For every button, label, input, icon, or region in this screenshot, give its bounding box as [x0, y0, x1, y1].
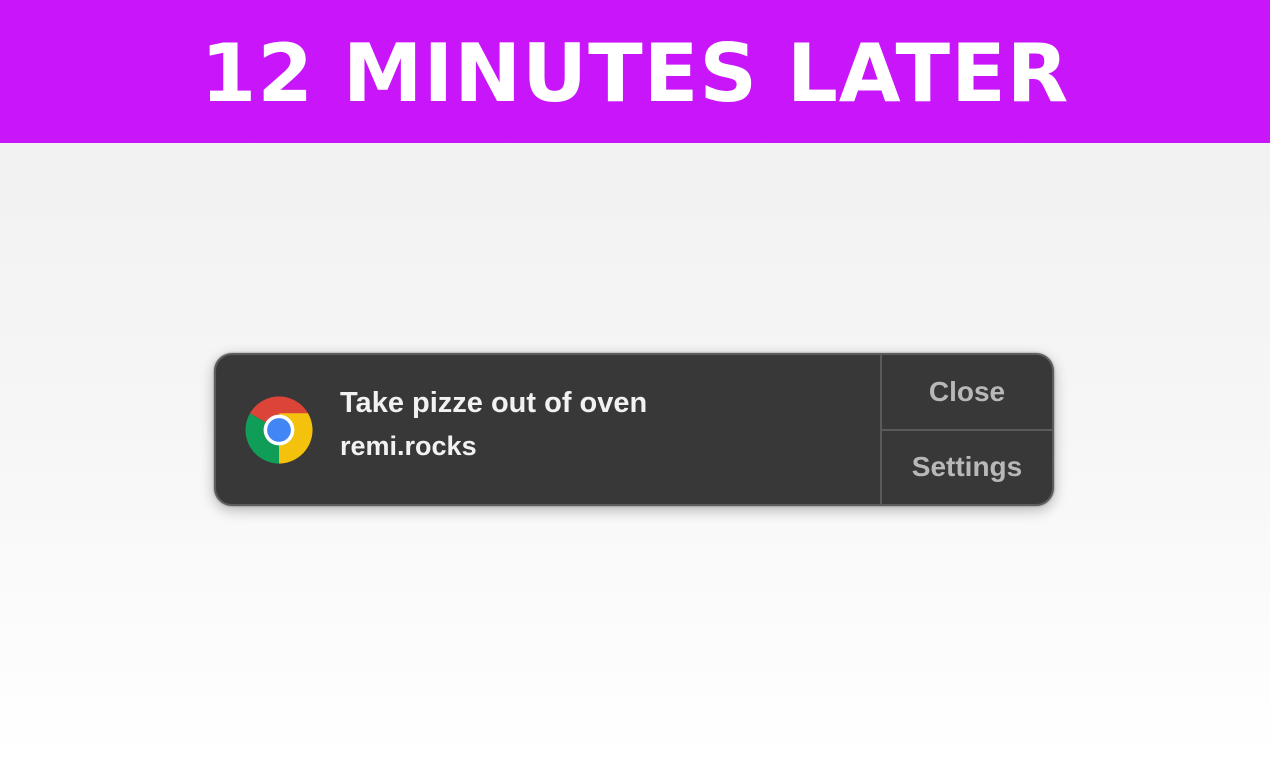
notification-actions: Close Settings: [880, 355, 1052, 504]
banner: 12 MINUTES LATER: [0, 0, 1270, 143]
notification[interactable]: Take pizze out of oven remi.rocks Close …: [214, 353, 1054, 506]
notification-title: Take pizze out of oven: [340, 387, 648, 419]
close-button[interactable]: Close: [882, 355, 1052, 431]
notification-body[interactable]: Take pizze out of oven remi.rocks: [216, 355, 880, 504]
notification-source: remi.rocks: [340, 431, 477, 461]
notification-text: Take pizze out of oven remi.rocks: [340, 389, 647, 460]
chrome-icon: [245, 396, 313, 464]
banner-title: 12 MINUTES LATER: [200, 26, 1070, 120]
settings-button[interactable]: Settings: [882, 431, 1052, 505]
